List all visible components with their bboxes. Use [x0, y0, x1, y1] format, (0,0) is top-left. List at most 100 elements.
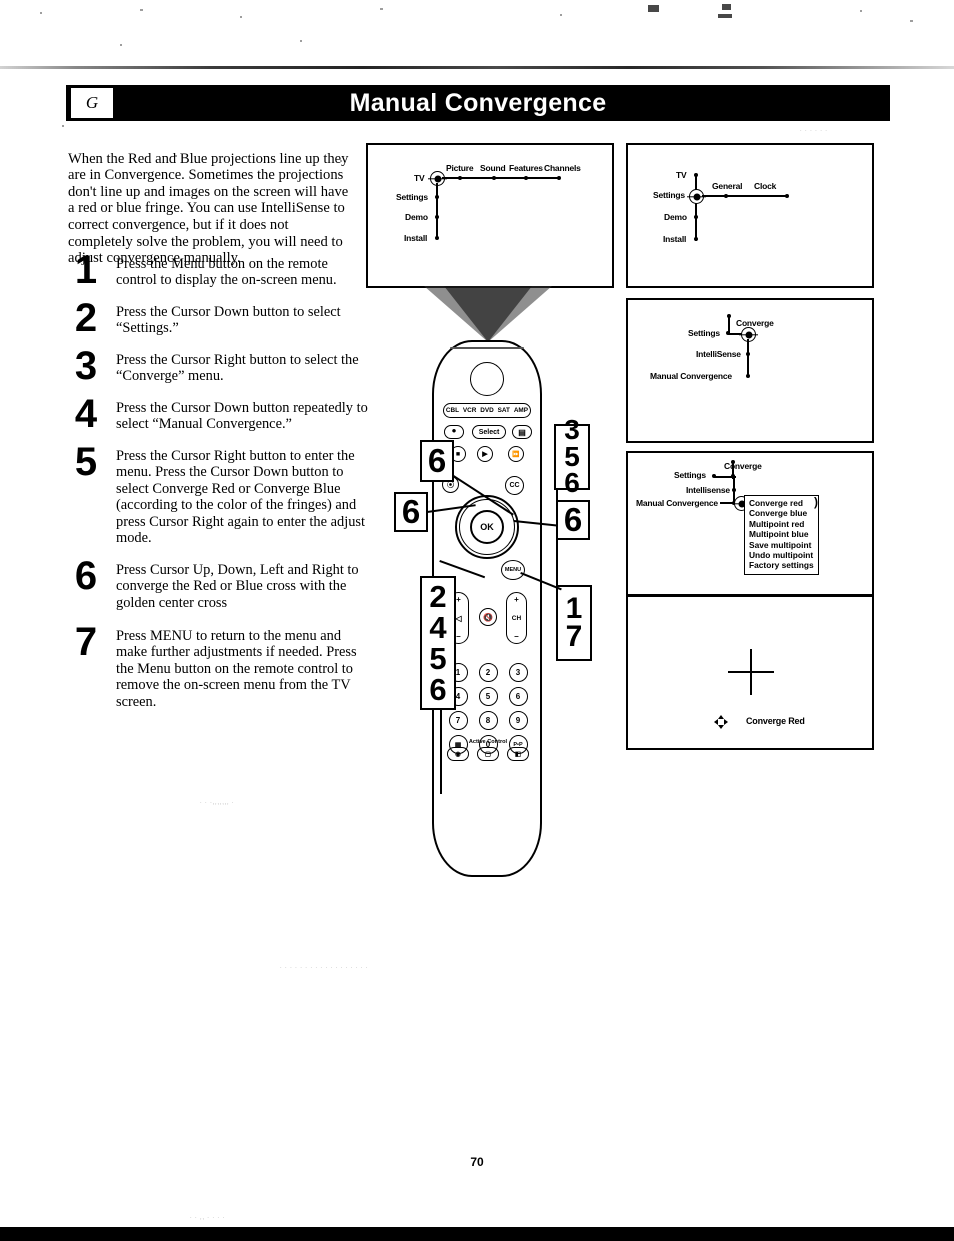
key-2[interactable]: 2 [478, 663, 498, 682]
channel-rocker[interactable]: + CH – [506, 592, 527, 644]
step-text: Press the Cursor Right button to select … [116, 352, 359, 385]
intro-paragraph: When the Red and Blue projections line u… [68, 150, 349, 267]
surround-icon[interactable]: ◉ [447, 747, 469, 761]
key-6[interactable]: 6 [508, 687, 528, 706]
screen-format-icon[interactable]: ▤ [512, 425, 532, 439]
callout-leader-line [556, 490, 558, 586]
page-number: 70 [470, 1155, 484, 1169]
device-selector-bar: CBL VCR DVD SAT AMP [443, 403, 531, 418]
device-button-amp[interactable]: AMP [514, 407, 528, 414]
panel1-node-dot [524, 176, 528, 180]
step-number: 7 [74, 620, 98, 664]
callout-6-right-mid: 6 [556, 500, 590, 540]
picture-icon[interactable]: ◧ [507, 747, 529, 761]
step-number: 2 [74, 296, 98, 340]
panel1-item-picture: Picture [446, 163, 474, 173]
cc-button-label: CC [509, 482, 520, 489]
callout-number: 4 [429, 609, 447, 645]
panel2-node-dot [785, 194, 789, 198]
channel-plus-label: + [514, 595, 519, 604]
panel1-item-install: Install [404, 233, 428, 243]
ok-button[interactable]: OK [470, 510, 504, 544]
menu-button[interactable]: MENU [501, 560, 525, 580]
device-button-dvd[interactable]: DVD [480, 407, 494, 414]
play-icon[interactable]: ▶ [477, 446, 493, 462]
menu-screen-panel-2: TV General Clock Settings Demo Install [626, 143, 874, 288]
scan-ghost-text: · · ·,,,,,,, · [200, 800, 235, 806]
panel1-item-sound: Sound [480, 163, 506, 173]
list-item[interactable]: Converge blue [749, 508, 814, 518]
steps-list: 1 Press the Menu button on the remote co… [68, 250, 368, 727]
panel3-parent-label: Settings [688, 328, 720, 338]
fast-forward-icon[interactable]: ⏩ [508, 446, 524, 462]
callout-number: 1 [565, 591, 583, 625]
page-title: Manual Convergence [349, 88, 607, 117]
screen-icon[interactable]: ▢ [477, 747, 499, 761]
step-text: Press the Cursor Right button to enter t… [116, 448, 365, 547]
key-8[interactable]: 8 [478, 711, 498, 730]
key-3[interactable]: 3 [508, 663, 528, 682]
panel1-vertical-line [436, 183, 438, 239]
step-number: 5 [74, 440, 98, 484]
key-7[interactable]: 7 [448, 711, 468, 730]
ok-button-label: OK [480, 522, 494, 532]
step-number: 4 [74, 392, 98, 436]
panel4-parent-label: Settings [674, 470, 706, 480]
panel2-item-install: Install [663, 234, 687, 244]
scan-artifact-blob [722, 4, 731, 10]
remote-top-seam [450, 347, 524, 349]
scan-ghost-text: · · ,, · · · · [190, 1215, 226, 1221]
scan-speckle [120, 44, 122, 46]
list-item[interactable]: Multipoint red [749, 519, 814, 529]
device-button-cbl[interactable]: CBL [446, 407, 459, 414]
section-tab-letter: G [85, 93, 99, 112]
panel2-item-settings: Settings [653, 190, 685, 200]
step-text: Press MENU to return to the menu and mak… [116, 628, 357, 710]
panel1-node-dot [435, 195, 439, 199]
panel1-node-dot [458, 176, 462, 180]
panel2-node-dot [724, 194, 728, 198]
scan-speckle [380, 8, 383, 10]
callout-number: 2 [429, 579, 447, 614]
panel1-node-dot [435, 236, 439, 240]
bottom-function-buttons: ◉ ▢ ◧ [446, 747, 530, 761]
callout-number: 6 [401, 493, 421, 531]
panel2-item-clock: Clock [754, 181, 777, 191]
panel1-item-channels: Channels [544, 163, 581, 173]
device-button-sat[interactable]: SAT [498, 407, 510, 414]
panel1-item-features: Features [509, 163, 543, 173]
cc-button[interactable]: CC [505, 476, 524, 495]
step-text: Press the Menu button on the remote cont… [116, 256, 337, 289]
panel2-vertical-line [695, 175, 697, 241]
panel2-item-tv: TV [676, 170, 687, 180]
scan-ghost-text: · · · · · · · · · · · · · · · · · · [280, 965, 369, 971]
key-5[interactable]: 5 [478, 687, 498, 706]
four-way-arrow-icon [714, 715, 728, 729]
scan-artifact-bottom-bar [0, 1227, 954, 1241]
list-item[interactable]: Multipoint blue [749, 529, 814, 539]
list-item[interactable]: Save multipoint [749, 540, 814, 550]
panel5-caption: Converge Red [746, 716, 805, 726]
list-item[interactable]: Factory settings [749, 560, 814, 570]
mute-icon[interactable]: 🔇 [479, 608, 497, 626]
ir-beam-cone-core [444, 286, 532, 342]
panel4-branch-label: Converge [724, 461, 762, 471]
panel3-branch-label: Converge [736, 318, 774, 328]
scan-ghost-text: · · · · · · [800, 128, 828, 134]
panel1-item-settings: Settings [396, 192, 428, 202]
select-button[interactable]: Select [472, 425, 506, 439]
step-item: 6 Press Cursor Up, Down, Left and Right … [68, 556, 368, 614]
scan-speckle [40, 12, 42, 14]
callout-number: 5 [429, 640, 447, 676]
scan-speckle [860, 10, 862, 12]
step-item: 5 Press the Cursor Right button to enter… [68, 442, 368, 548]
list-item[interactable]: Converge red [749, 498, 814, 508]
device-button-vcr[interactable]: VCR [463, 407, 477, 414]
power-button-outer-ring [470, 362, 504, 396]
list-item[interactable]: Undo multipoint [749, 550, 814, 560]
callout-number: 6 [429, 671, 447, 707]
key-9[interactable]: 9 [508, 711, 528, 730]
rec-icon[interactable]: ⏺ [444, 425, 464, 439]
volume-icon: ◁ [455, 613, 462, 623]
step-text: Press Cursor Up, Down, Left and Right to… [116, 562, 359, 611]
